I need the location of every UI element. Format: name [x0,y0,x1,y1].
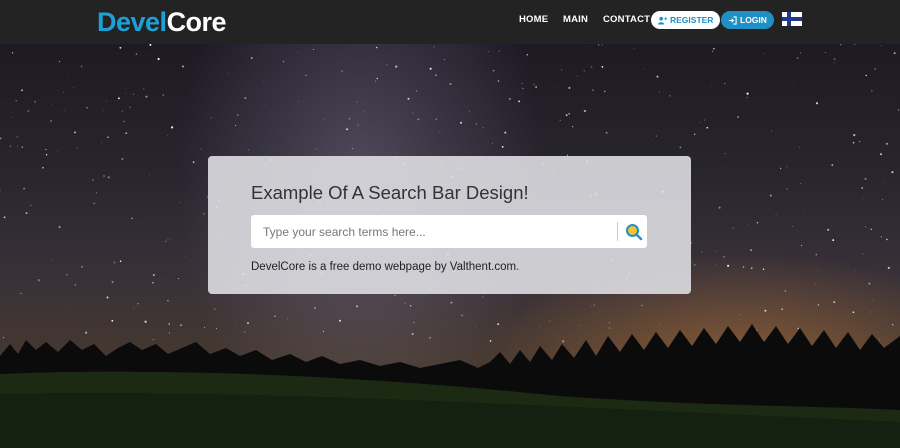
search-divider [617,222,618,241]
nav-main[interactable]: MAIN [563,14,588,25]
search-bar [251,215,647,248]
site-logo[interactable]: DevelCore [97,6,227,38]
search-card-title: Example Of A Search Bar Design! [251,182,529,203]
sign-in-icon [728,15,737,25]
login-label: LOGIN [740,15,767,25]
nav-contact[interactable]: CONTACT [603,14,650,25]
search-icon [625,223,642,240]
navbar: DevelCore HOME MAIN CONTACT REGISTER LOG… [0,0,900,44]
register-button[interactable]: REGISTER [651,11,721,29]
search-card: Example Of A Search Bar Design! DevelCor… [208,156,691,294]
logo-core: Core [166,7,227,37]
register-label: REGISTER [670,15,714,25]
finnish-flag-icon[interactable] [782,12,802,26]
search-button[interactable] [620,215,647,248]
logo-devel: Devel [97,7,167,37]
add-user-icon [658,16,667,25]
search-card-note: DevelCore is a free demo webpage by Valt… [251,261,520,273]
search-input[interactable] [251,215,617,248]
nav-home[interactable]: HOME [519,14,548,25]
login-button[interactable]: LOGIN [721,11,774,29]
